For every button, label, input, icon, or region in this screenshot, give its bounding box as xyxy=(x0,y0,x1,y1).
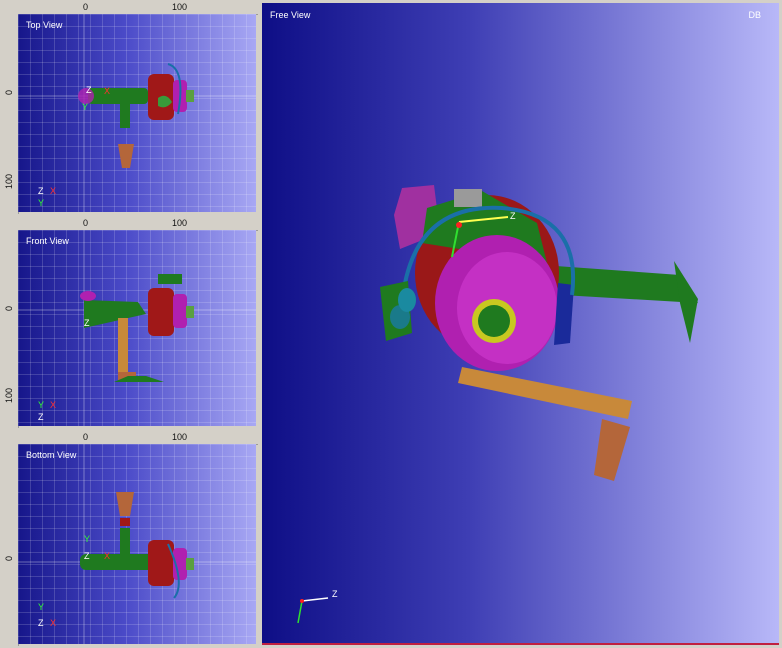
bottom-view-triad-x: X xyxy=(50,618,56,628)
front-view-triad-x: X xyxy=(50,400,56,410)
top-view-viewport[interactable]: 0 100 0 100 Top View Z X Y Z X Y xyxy=(0,0,258,214)
bottom-view-vertical-ruler xyxy=(0,444,19,646)
bottom-view-triad-y: Y xyxy=(38,602,44,612)
front-view-viewport[interactable]: 0 100 0 100 Front View Z Y X Z xyxy=(0,216,258,428)
top-view-ruler-v-0: 0 xyxy=(4,90,14,96)
front-view-ruler-h-0: 0 xyxy=(83,218,89,228)
bottom-view-canvas[interactable]: Bottom View Y Z X Y Z X xyxy=(18,444,256,644)
bottom-view-triad-z: Z xyxy=(38,618,44,628)
top-view-ruler-h-0: 0 xyxy=(83,2,89,12)
top-view-triad-z: Z xyxy=(38,186,44,196)
front-view-canvas[interactable]: Front View Z Y X Z xyxy=(18,230,256,426)
bottom-view-ruler-h-0: 0 xyxy=(83,432,89,442)
free-view-canvas[interactable]: Free View DB Z Z xyxy=(262,3,779,645)
bottom-view-ruler-v-0: 0 xyxy=(4,556,14,562)
top-view-ruler-v-100: 100 xyxy=(4,174,14,190)
top-view-triad-y: Y xyxy=(38,198,44,208)
top-view-canvas[interactable]: Top View Z X Y Z X Y xyxy=(18,14,256,212)
bottom-view-axis-triad: Y Z X xyxy=(38,602,56,628)
top-view-triad-x: X xyxy=(50,186,56,196)
bottom-view-ruler-h-100: 100 xyxy=(172,432,188,442)
top-view-ruler-h-100: 100 xyxy=(172,2,188,12)
bottom-view-horizontal-ruler xyxy=(0,430,258,445)
front-view-triad-y: Y xyxy=(38,400,44,410)
front-view-ruler-h-100: 100 xyxy=(172,218,188,228)
front-view-horizontal-ruler xyxy=(0,216,258,231)
front-view-triad-z: Z xyxy=(38,412,44,422)
front-view-axis-triad: Y X Z xyxy=(38,400,56,422)
front-view-ruler-v-0: 0 xyxy=(4,306,14,312)
free-view-triad-z: Z xyxy=(332,589,338,599)
top-view-horizontal-ruler xyxy=(0,0,258,15)
bottom-view-viewport[interactable]: 0 100 0 Bottom View Y Z X Y Z X xyxy=(0,430,258,646)
front-view-ruler-v-100: 100 xyxy=(4,388,14,404)
top-view-axis-triad: Z X Y xyxy=(38,186,56,208)
free-view-axis-triad: Z xyxy=(297,589,338,624)
